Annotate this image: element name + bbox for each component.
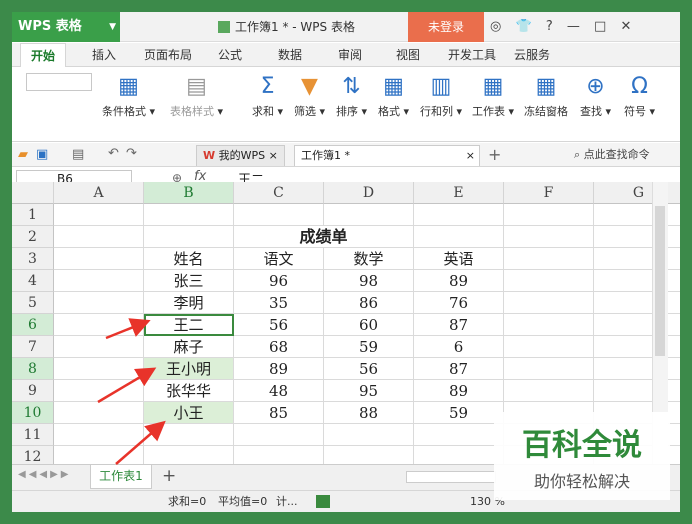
annotation-arrows xyxy=(97,318,166,465)
arrow-to-row-10 xyxy=(115,420,166,465)
arrow-to-row-6 xyxy=(105,318,151,340)
arrow-to-row-8 xyxy=(97,367,157,404)
app-window: WPS 表格 ▼ 工作簿1 * - WPS 表格 未登录 ◎ 👕 ? — □ ✕… xyxy=(12,12,680,512)
